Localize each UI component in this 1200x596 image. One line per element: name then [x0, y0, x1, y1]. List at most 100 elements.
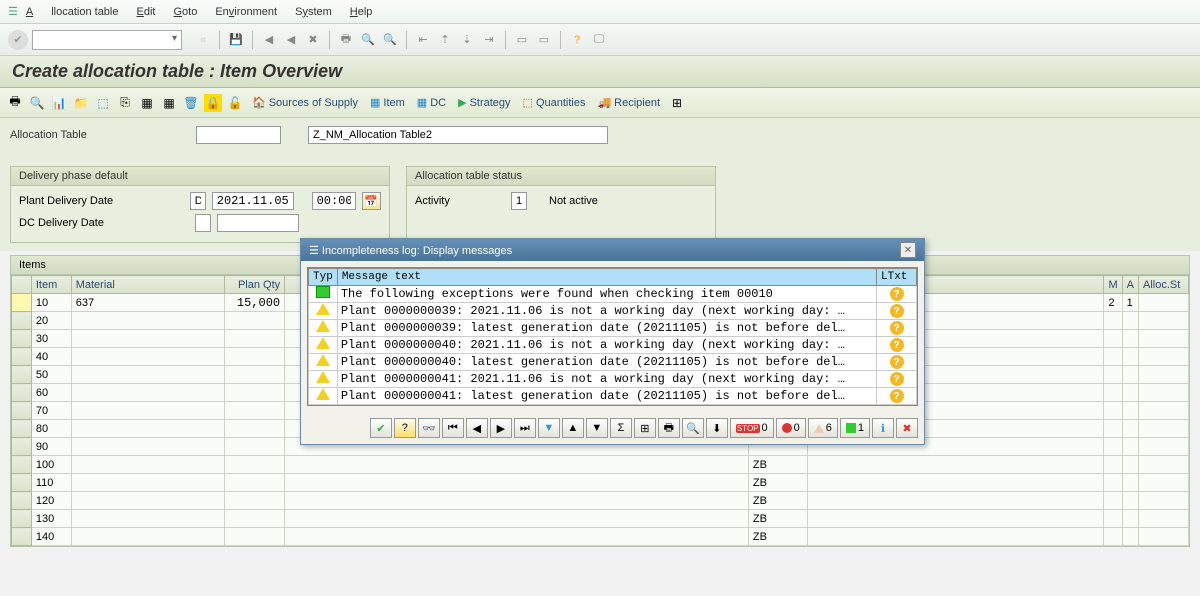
quantities-button[interactable]: ⬚Quantities: [519, 96, 590, 109]
row-selector[interactable]: [12, 348, 32, 366]
item-button[interactable]: ▦Item: [366, 96, 409, 109]
msg-text-cell[interactable]: The following exceptions were found when…: [337, 286, 876, 303]
cell-item[interactable]: 90: [31, 438, 71, 456]
long-text-icon[interactable]: ?: [890, 338, 904, 352]
msg-ltxt-cell[interactable]: ?: [877, 286, 917, 303]
plant-delivery-time[interactable]: [312, 192, 356, 210]
cell-a[interactable]: [1122, 456, 1138, 474]
msg-ltxt-cell[interactable]: ?: [877, 354, 917, 371]
cell-item[interactable]: 130: [31, 510, 71, 528]
msg-text-cell[interactable]: Plant 0000000040: latest generation date…: [337, 354, 876, 371]
cell-a[interactable]: [1122, 420, 1138, 438]
cell-m[interactable]: [1104, 330, 1122, 348]
info-icon[interactable]: ℹ: [872, 418, 894, 438]
cell-material[interactable]: [71, 348, 225, 366]
cell-item[interactable]: 50: [31, 366, 71, 384]
cell-item[interactable]: 30: [31, 330, 71, 348]
cell-m[interactable]: [1104, 528, 1122, 546]
cell-material[interactable]: [71, 528, 225, 546]
cell-a[interactable]: [1122, 510, 1138, 528]
command-field[interactable]: [32, 30, 182, 50]
dc-delivery-type[interactable]: [195, 214, 211, 232]
cell-planqty[interactable]: [225, 510, 285, 528]
cell-allocst[interactable]: [1139, 510, 1189, 528]
menu-edit[interactable]: Edit: [137, 6, 156, 18]
row-selector[interactable]: [12, 528, 32, 546]
cell-a[interactable]: [1122, 312, 1138, 330]
cell-item[interactable]: 100: [31, 456, 71, 474]
cell-allocst[interactable]: [1139, 348, 1189, 366]
cell-planqty[interactable]: [225, 312, 285, 330]
new-session-icon[interactable]: ▭: [513, 31, 531, 49]
msg-text-cell[interactable]: Plant 0000000039: latest generation date…: [337, 320, 876, 337]
col-ltxt[interactable]: LTxt: [877, 269, 917, 286]
date-picker-icon[interactable]: 📅: [362, 192, 381, 210]
col-allocst[interactable]: Alloc.St: [1139, 276, 1189, 294]
cell-dc[interactable]: ZB: [748, 474, 808, 492]
cell-dc[interactable]: ZB: [748, 456, 808, 474]
menu-system[interactable]: System: [295, 6, 332, 18]
cell-material[interactable]: [71, 510, 225, 528]
cell-allocst[interactable]: [1139, 312, 1189, 330]
strategy-button[interactable]: ▶Strategy: [454, 96, 514, 109]
cell-material[interactable]: [71, 312, 225, 330]
cell-item[interactable]: 70: [31, 402, 71, 420]
success-count[interactable]: 1: [840, 418, 870, 438]
row-selector[interactable]: [12, 420, 32, 438]
dc-delivery-date[interactable]: [217, 214, 299, 232]
print-icon[interactable]: 🖶: [6, 94, 24, 112]
back-nav-icon[interactable]: ◀: [260, 31, 278, 49]
long-text-icon[interactable]: ?: [890, 355, 904, 369]
print-icon[interactable]: 🖶: [337, 31, 355, 49]
cell-m[interactable]: [1104, 420, 1122, 438]
menu-help[interactable]: Help: [350, 6, 373, 18]
cell-a[interactable]: [1122, 402, 1138, 420]
cell-item[interactable]: 20: [31, 312, 71, 330]
app-menu-icon[interactable]: ☰: [8, 5, 18, 18]
cell-material[interactable]: [71, 330, 225, 348]
sources-of-supply-button[interactable]: 🏠Sources of Supply: [248, 96, 362, 109]
col-a[interactable]: A: [1122, 276, 1138, 294]
cell-allocst[interactable]: [1139, 456, 1189, 474]
enter-icon[interactable]: ✔: [8, 30, 28, 50]
cell-material[interactable]: [71, 366, 225, 384]
msg-text-cell[interactable]: Plant 0000000040: 2021.11.06 is not a wo…: [337, 337, 876, 354]
allocation-table-input[interactable]: [196, 126, 281, 144]
row-selector[interactable]: [12, 366, 32, 384]
long-text-icon[interactable]: ?: [890, 389, 904, 403]
message-table[interactable]: Typ Message text LTxt The following exce…: [307, 267, 918, 406]
dialog-titlebar[interactable]: ☰ Incompleteness log: Display messages ✕: [301, 239, 924, 261]
cell-material[interactable]: [71, 456, 225, 474]
col-planqty[interactable]: Plan Qty: [225, 276, 285, 294]
col-typ[interactable]: Typ: [309, 269, 338, 286]
cell-a[interactable]: [1122, 474, 1138, 492]
cell-dc[interactable]: ZB: [748, 528, 808, 546]
exit-icon[interactable]: ◀: [282, 31, 300, 49]
cell-item[interactable]: 60: [31, 384, 71, 402]
cell-allocst[interactable]: [1139, 438, 1189, 456]
help-icon[interactable]: ?: [568, 31, 586, 49]
find-next-icon[interactable]: 🔍: [381, 31, 399, 49]
sum-icon[interactable]: Σ: [610, 418, 632, 438]
cell-allocst[interactable]: [1139, 528, 1189, 546]
save-icon[interactable]: 💾: [227, 31, 245, 49]
cell-allocst[interactable]: [1139, 474, 1189, 492]
cell-m[interactable]: [1104, 402, 1122, 420]
cell-planqty[interactable]: [225, 420, 285, 438]
cell-m[interactable]: [1104, 366, 1122, 384]
msg-ltxt-cell[interactable]: ?: [877, 371, 917, 388]
row-selector[interactable]: [12, 438, 32, 456]
cell-allocst[interactable]: [1139, 492, 1189, 510]
cell-item[interactable]: 40: [31, 348, 71, 366]
cell-m[interactable]: [1104, 510, 1122, 528]
cell-material[interactable]: [71, 492, 225, 510]
cell-m[interactable]: [1104, 456, 1122, 474]
row-selector-header[interactable]: [12, 276, 32, 294]
long-text-button[interactable]: ?: [394, 418, 416, 438]
cell-allocst[interactable]: [1139, 402, 1189, 420]
deselect-icon[interactable]: ▦: [160, 94, 178, 112]
col-m[interactable]: M: [1104, 276, 1122, 294]
cell-a[interactable]: [1122, 438, 1138, 456]
select-icon[interactable]: ▦: [138, 94, 156, 112]
layout-icon[interactable]: 🖵: [590, 31, 608, 49]
